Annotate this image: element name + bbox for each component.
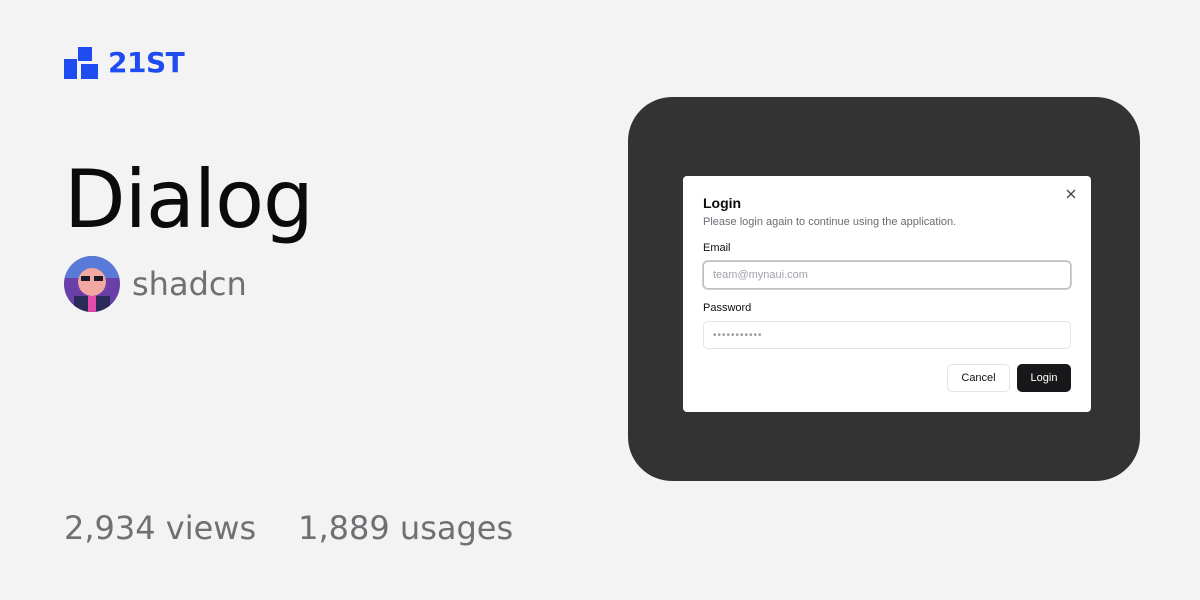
dialog-actions: Cancel Login <box>947 364 1071 392</box>
usages-count: 1,889 usages <box>298 509 514 547</box>
dialog-description: Please login again to continue using the… <box>703 216 957 228</box>
avatar <box>64 256 120 312</box>
views-count: 2,934 views <box>64 509 257 547</box>
email-label: Email <box>703 242 731 254</box>
brand-name: 21ST <box>108 46 185 79</box>
dialog-title: Login <box>703 195 742 211</box>
login-dialog: Login Please login again to continue usi… <box>683 176 1091 412</box>
password-field[interactable]: ••••••••••• <box>703 321 1071 349</box>
email-placeholder: team@mynaui.com <box>713 269 808 281</box>
component-title: Dialog <box>64 153 314 246</box>
21st-logo-icon <box>64 47 98 79</box>
login-button[interactable]: Login <box>1017 364 1071 392</box>
author-name: shadcn <box>132 265 247 303</box>
component-preview: Login Please login again to continue usi… <box>628 97 1140 481</box>
brand-logo[interactable]: 21ST <box>64 46 185 79</box>
email-field[interactable]: team@mynaui.com <box>703 261 1071 289</box>
password-value: ••••••••••• <box>713 329 763 341</box>
stats: 2,934 views 1,889 usages <box>64 512 513 544</box>
close-icon[interactable] <box>1065 188 1077 200</box>
author[interactable]: shadcn <box>64 256 247 312</box>
password-label: Password <box>703 302 752 314</box>
cancel-button[interactable]: Cancel <box>947 364 1010 392</box>
